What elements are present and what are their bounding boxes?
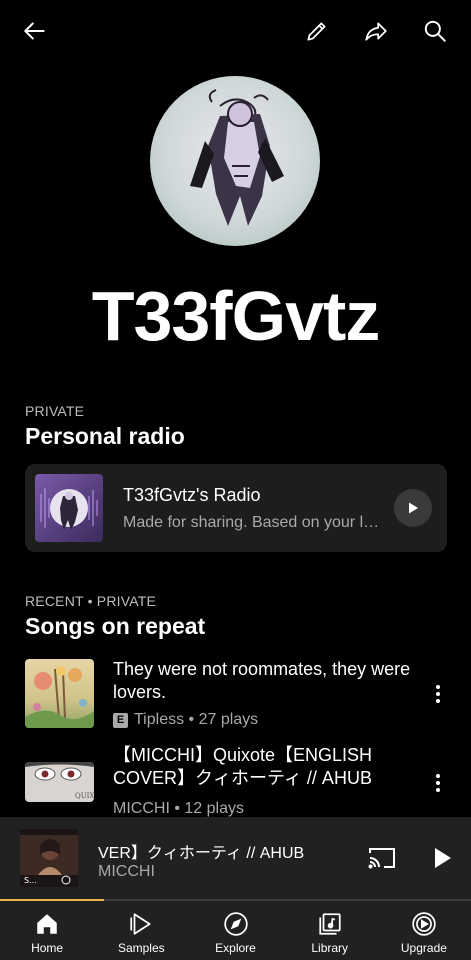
song-thumb-text: QUIX [75, 792, 94, 800]
edit-button[interactable] [300, 14, 334, 48]
profile-avatar [150, 76, 320, 246]
top-bar [0, 0, 471, 62]
nav-library[interactable]: Library [283, 901, 377, 960]
home-icon [37, 914, 57, 934]
share-icon [365, 22, 387, 41]
radio-thumbnail [35, 474, 103, 542]
more-vert-icon [436, 774, 440, 792]
library-icon [319, 913, 341, 935]
song-meta-text: MICCHI • 12 plays [113, 800, 244, 817]
mini-play-button[interactable] [427, 843, 457, 873]
play-icon [435, 848, 451, 868]
nav-label: Samples [117, 941, 165, 955]
nav-upgrade[interactable]: Upgrade [377, 901, 471, 960]
mini-player-artist: MICCHI [98, 863, 155, 880]
share-button[interactable] [359, 14, 393, 48]
pencil-icon [307, 22, 326, 41]
song-title: 【MICCHI】Quixote【ENGLISH COVER】クィホーティ // … [113, 745, 373, 788]
song-row[interactable]: They were not roommates, they were lover… [0, 657, 471, 737]
songs-kicker: RECENT • PRIVATE [25, 593, 157, 609]
nav-home[interactable]: Home [0, 901, 94, 960]
song-thumbnail [25, 659, 94, 728]
personal-radio-title: Personal radio [25, 423, 185, 449]
arrow-left-icon [24, 22, 45, 40]
song-title: They were not roommates, they were lover… [113, 659, 411, 702]
play-icon [409, 502, 418, 514]
song-meta: E Tipless • 27 plays [113, 711, 258, 729]
nav-label: Upgrade [400, 941, 447, 955]
bottom-nav: Home Samples Explore Library Upgrade [0, 901, 471, 960]
mini-thumb-text: S... [24, 876, 37, 885]
nav-explore[interactable]: Explore [188, 901, 282, 960]
songs-title: Songs on repeat [25, 613, 206, 639]
samples-icon [130, 913, 151, 935]
radio-title: T33fGvtz's Radio [123, 485, 261, 505]
song-more-button[interactable] [426, 679, 450, 709]
mini-player[interactable]: S... VER】クィホーティ // AHUB MICCHI [0, 817, 471, 899]
nav-label: Library [311, 941, 349, 955]
song-thumbnail: QUIX [25, 762, 94, 802]
radio-card[interactable]: T33fGvtz's Radio Made for sharing. Based… [25, 464, 447, 552]
cast-icon [368, 848, 395, 869]
song-meta-text: Tipless • 27 plays [134, 711, 259, 728]
nav-samples[interactable]: Samples [94, 901, 188, 960]
radio-play-button[interactable] [394, 489, 432, 527]
search-button[interactable] [418, 14, 452, 48]
song-meta: MICCHI • 12 plays [113, 800, 244, 817]
compass-icon [223, 912, 248, 936]
explicit-badge: E [113, 712, 128, 728]
song-row[interactable]: QUIX 【MICCHI】Quixote【ENGLISH COVER】クィホーテ… [0, 742, 471, 817]
mini-player-thumbnail: S... [20, 829, 78, 887]
nav-label: Home [31, 941, 64, 955]
nav-label: Explore [215, 941, 256, 955]
song-more-button[interactable] [426, 768, 450, 798]
search-icon [424, 20, 446, 42]
cast-button[interactable] [367, 845, 397, 871]
personal-radio-kicker: PRIVATE [25, 403, 85, 419]
more-vert-icon [436, 685, 440, 703]
profile-name: T33fGvtz [91, 277, 381, 355]
mini-player-title: VER】クィホーティ // AHUB [98, 845, 305, 862]
radio-subtitle: Made for sharing. Based on your listenin… [123, 514, 381, 531]
upgrade-icon [412, 912, 436, 936]
back-button[interactable] [18, 14, 52, 48]
